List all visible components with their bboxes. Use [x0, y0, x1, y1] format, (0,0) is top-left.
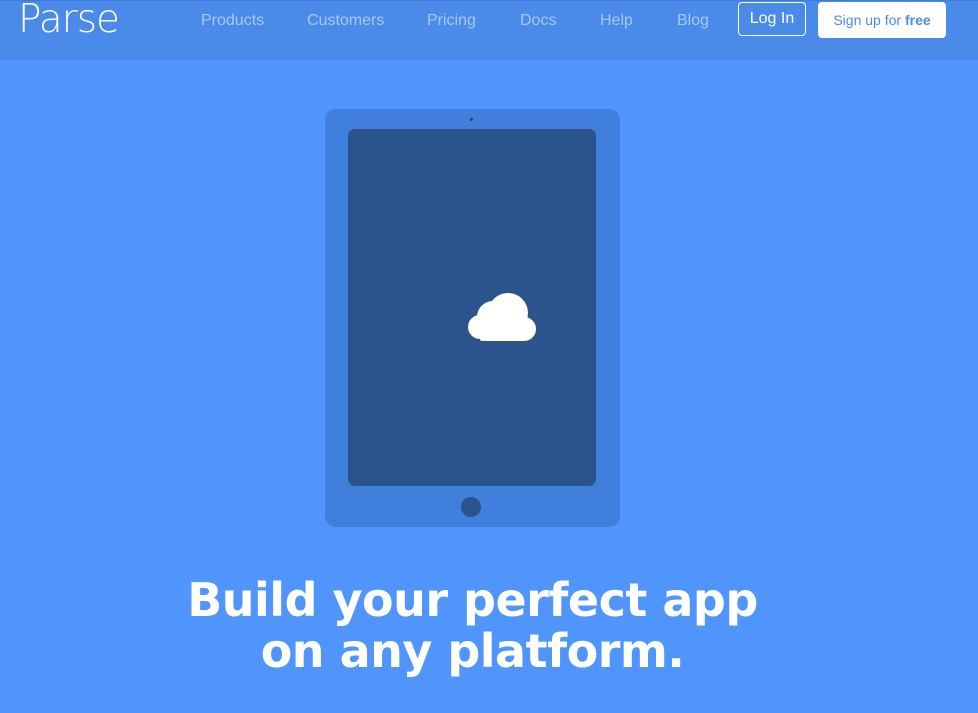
- nav-link-blog[interactable]: Blog: [677, 12, 709, 30]
- tablet-illustration: [325, 109, 620, 527]
- cloud-icon: [468, 293, 538, 345]
- tablet-home-button: [461, 497, 481, 517]
- signup-button-label: Sign up for: [833, 12, 905, 28]
- tablet-camera: [470, 118, 473, 121]
- hero-headline-line-1: Build your perfect app: [187, 573, 758, 627]
- parse-logo[interactable]: Parse: [18, 0, 120, 42]
- nav-link-help[interactable]: Help: [600, 12, 633, 30]
- signup-button[interactable]: Sign up for free: [818, 2, 946, 38]
- signup-button-emphasis: free: [904, 12, 931, 28]
- hero-headline: Build your perfect app on any platform.: [0, 575, 945, 677]
- tablet-screen: [348, 129, 596, 486]
- nav-link-products[interactable]: Products: [201, 12, 264, 30]
- hero-headline-line-2: on any platform.: [260, 624, 685, 678]
- top-navigation-bar: Parse Products Customers Pricing Docs He…: [0, 0, 978, 60]
- login-button[interactable]: Log In: [738, 2, 806, 36]
- nav-link-pricing[interactable]: Pricing: [427, 12, 476, 30]
- nav-link-customers[interactable]: Customers: [307, 12, 384, 30]
- nav-link-docs[interactable]: Docs: [520, 12, 556, 30]
